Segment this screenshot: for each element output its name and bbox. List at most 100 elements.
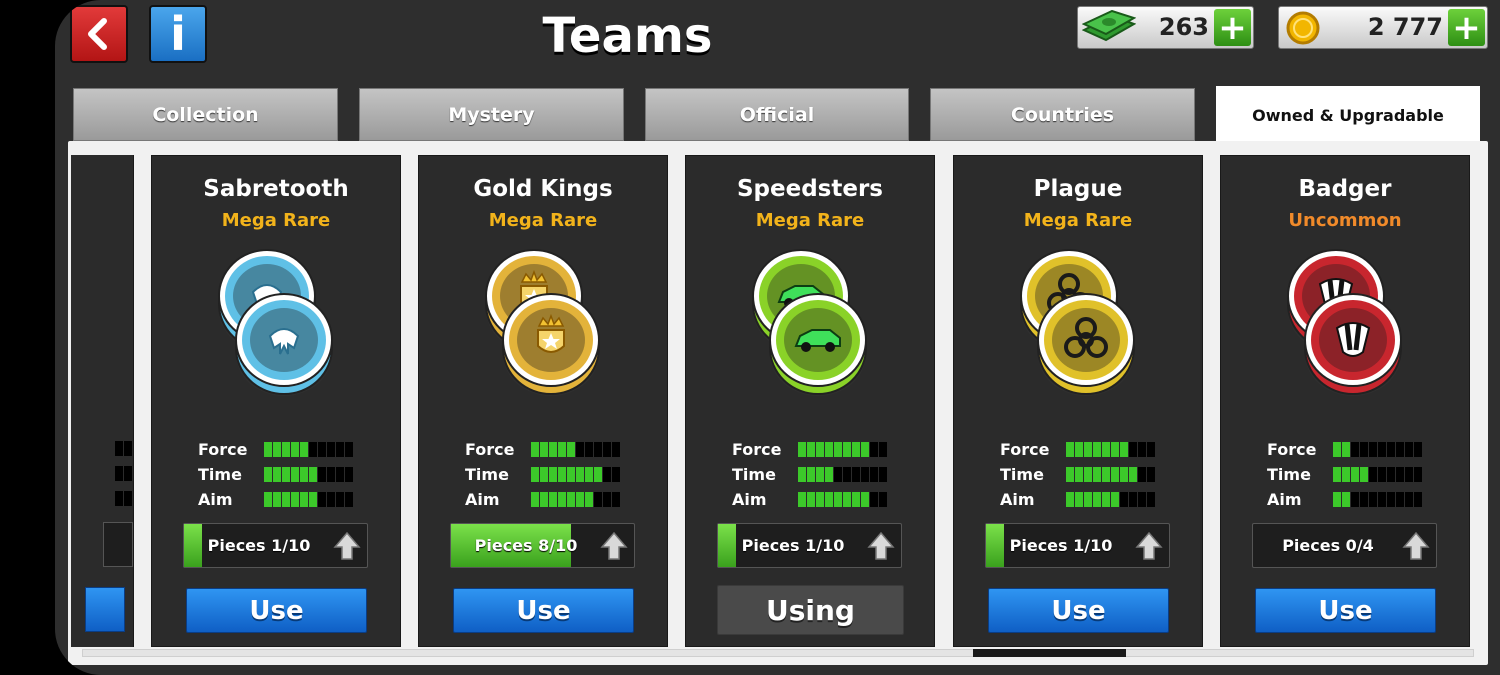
- stat-row-time: Time: [198, 462, 353, 487]
- stat-row-time: Time: [1267, 462, 1422, 487]
- stat-row-aim: Aim: [198, 487, 353, 512]
- back-button[interactable]: [70, 5, 128, 63]
- stat-row-time: Time: [732, 462, 887, 487]
- gold-coin-icon: [1286, 11, 1320, 45]
- sabretooth-skull-badge-icon: [218, 249, 333, 396]
- team-card-speedsters[interactable]: Speedsters Mega Rare Force Time Aim Piec…: [685, 155, 935, 647]
- team-stats: Force Time Aim: [465, 437, 620, 512]
- buy-coins-button[interactable]: +: [1448, 9, 1485, 46]
- upgrade-arrow-icon[interactable]: [600, 531, 628, 561]
- partial-stat-bar: [115, 491, 132, 506]
- team-stats: Force Time Aim: [1000, 437, 1155, 512]
- stat-label: Time: [1000, 465, 1044, 484]
- stat-label: Aim: [465, 490, 500, 509]
- tab-official[interactable]: Official: [645, 88, 909, 141]
- pieces-progress: Pieces 1/10: [985, 523, 1170, 568]
- pieces-progress: Pieces 1/10: [183, 523, 368, 568]
- pieces-text: Pieces 0/4: [1282, 536, 1374, 555]
- stat-bar-aim: [264, 492, 353, 507]
- pieces-progress: Pieces 1/10: [717, 523, 902, 568]
- team-name: Speedsters: [736, 176, 883, 202]
- stat-label: Force: [732, 440, 782, 459]
- tab-countries[interactable]: Countries: [930, 88, 1195, 141]
- coins-value: 2 777: [1367, 13, 1443, 41]
- biohazard-badge-icon: [1020, 249, 1135, 396]
- stat-bar-force: [531, 442, 620, 457]
- stat-label: Aim: [1000, 490, 1035, 509]
- plus-icon: +: [1452, 7, 1481, 48]
- pieces-progress: Pieces 8/10: [450, 523, 635, 568]
- stat-row-force: Force: [732, 437, 887, 462]
- stat-label: Time: [198, 465, 242, 484]
- stat-label: Force: [1000, 440, 1050, 459]
- scrollbar-thumb[interactable]: [973, 649, 1126, 657]
- page-title: Teams: [542, 8, 713, 64]
- team-card-sabretooth[interactable]: Sabretooth Mega Rare Force Time Aim Piec…: [151, 155, 401, 647]
- coins-counter: 2 777 +: [1278, 6, 1488, 49]
- stat-label: Force: [198, 440, 248, 459]
- team-card-badger[interactable]: Badger Uncommon Force Time Aim Pieces 0/…: [1220, 155, 1470, 647]
- stat-bar-force: [264, 442, 353, 457]
- stat-label: Time: [1267, 465, 1311, 484]
- cash-value: 263: [1158, 13, 1209, 41]
- stat-label: Time: [732, 465, 776, 484]
- stat-bar-aim: [1066, 492, 1155, 507]
- tab-owned-upgradable[interactable]: Owned & Upgradable: [1216, 86, 1480, 144]
- stat-row-aim: Aim: [732, 487, 887, 512]
- tab-mystery[interactable]: Mystery: [359, 88, 624, 141]
- stat-row-time: Time: [465, 462, 620, 487]
- upgrade-arrow-icon[interactable]: [1135, 531, 1163, 561]
- stat-row-force: Force: [1267, 437, 1422, 462]
- upgrade-arrow-icon[interactable]: [1402, 531, 1430, 561]
- teams-screen: i Teams 263 + 2 777 + Collection Mystery…: [55, 0, 1500, 675]
- use-team-button[interactable]: Use: [186, 588, 367, 633]
- partial-use-button[interactable]: [85, 587, 125, 632]
- upgrade-arrow-icon[interactable]: [867, 531, 895, 561]
- upgrade-arrow-icon[interactable]: [333, 531, 361, 561]
- team-rarity: Uncommon: [1288, 210, 1402, 231]
- crown-star-badge-icon: [485, 249, 600, 396]
- tab-collection[interactable]: Collection: [73, 88, 338, 141]
- team-rarity: Mega Rare: [1023, 210, 1133, 231]
- stat-label: Force: [1267, 440, 1317, 459]
- use-team-button[interactable]: Use: [453, 588, 634, 633]
- stat-row-force: Force: [198, 437, 353, 462]
- pieces-text: Pieces 1/10: [1009, 536, 1113, 555]
- stat-bar-time: [1333, 467, 1422, 482]
- stat-bar-time: [531, 467, 620, 482]
- horizontal-scrollbar[interactable]: [82, 649, 1474, 657]
- team-rarity: Mega Rare: [755, 210, 865, 231]
- partial-stat-bar: [115, 441, 132, 456]
- pieces-text: Pieces 1/10: [207, 536, 311, 555]
- partial-upgrade-button[interactable]: [103, 522, 133, 567]
- stat-bar-force: [1333, 442, 1422, 457]
- stat-row-aim: Aim: [465, 487, 620, 512]
- stat-bar-time: [798, 467, 887, 482]
- buy-cash-button[interactable]: +: [1214, 9, 1251, 46]
- stat-row-aim: Aim: [1000, 487, 1155, 512]
- partial-team-card[interactable]: [71, 155, 134, 647]
- team-cards-carousel[interactable]: Sabretooth Mega Rare Force Time Aim Piec…: [71, 155, 1473, 647]
- team-name: Badger: [1298, 176, 1392, 202]
- stat-bar-aim: [531, 492, 620, 507]
- stat-bar-force: [798, 442, 887, 457]
- stat-bar-time: [1066, 467, 1155, 482]
- partial-stats: [71, 436, 134, 511]
- stat-label: Time: [465, 465, 509, 484]
- use-team-button[interactable]: Use: [1255, 588, 1436, 633]
- pieces-progress: Pieces 0/4: [1252, 523, 1437, 568]
- info-icon: i: [170, 7, 186, 61]
- stat-row-force: Force: [465, 437, 620, 462]
- stat-label: Aim: [732, 490, 767, 509]
- use-team-button[interactable]: Use: [988, 588, 1169, 633]
- team-card-plague[interactable]: Plague Mega Rare Force Time Aim Pieces 1…: [953, 155, 1203, 647]
- team-name: Sabretooth: [203, 176, 349, 202]
- back-arrow-icon: [88, 18, 107, 50]
- partial-stat-bar: [115, 466, 132, 481]
- team-rarity: Mega Rare: [488, 210, 598, 231]
- stat-bar-aim: [1333, 492, 1422, 507]
- stat-row-force: Force: [1000, 437, 1155, 462]
- info-button[interactable]: i: [149, 5, 207, 63]
- team-card-gold-kings[interactable]: Gold Kings Mega Rare Force Time Aim Piec…: [418, 155, 668, 647]
- team-stats: Force Time Aim: [1267, 437, 1422, 512]
